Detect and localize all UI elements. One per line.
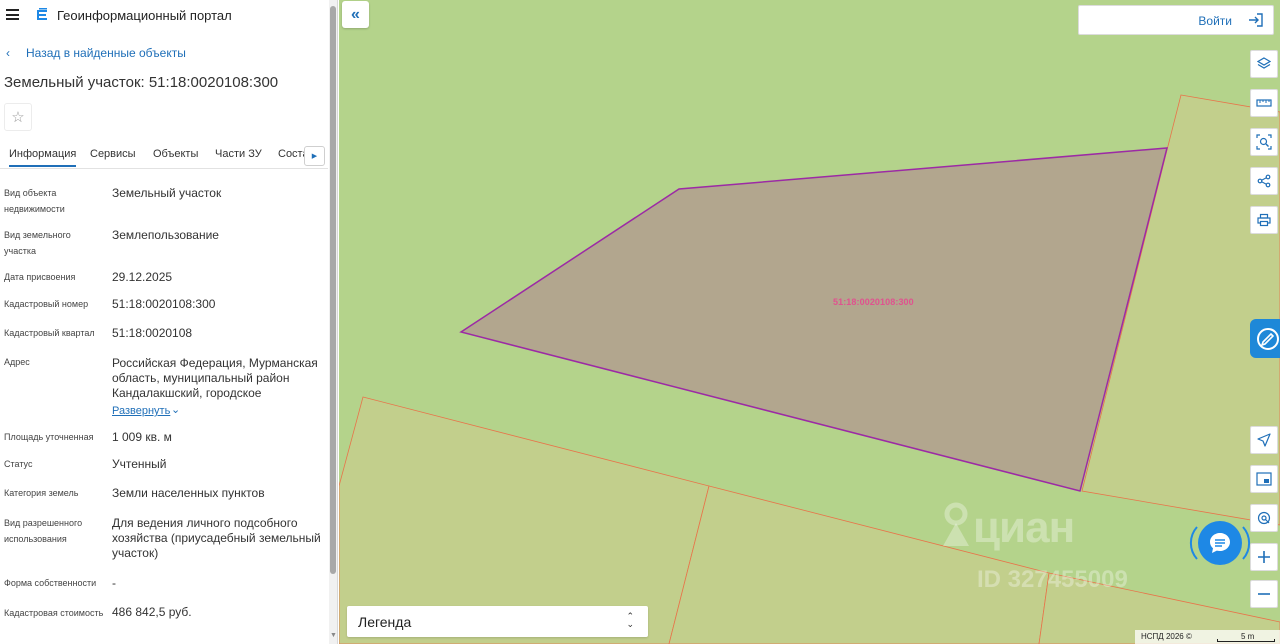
print-button[interactable] xyxy=(1250,206,1278,234)
select-area-icon xyxy=(1256,134,1272,150)
expand-address-link[interactable]: Развернуть xyxy=(112,405,170,417)
property-label: Вид объекта недвижимости xyxy=(4,188,65,214)
property-label: Дата присвоения xyxy=(4,272,76,282)
watermark-pin-icon xyxy=(943,502,969,546)
double-chevron-left-icon: « xyxy=(351,5,360,23)
minimap-button[interactable] xyxy=(1250,465,1278,493)
property-value: 51:18:0020108:300 xyxy=(112,297,216,311)
scrollbar-thumb[interactable] xyxy=(330,6,336,574)
tab-information[interactable]: Информация xyxy=(9,148,77,167)
app-title[interactable]: Геоинформационный портал xyxy=(57,8,232,23)
property-label: Вид земельного участка xyxy=(4,230,71,256)
property-value: 486 842,5 руб. xyxy=(112,605,192,619)
login-label: Войти xyxy=(1198,14,1232,28)
sidebar: Геоинформационный портал ‹ Назад в найден… xyxy=(0,0,338,644)
property-label: Категория земель xyxy=(4,488,79,498)
feedback-icon xyxy=(1257,327,1279,350)
geolocation-icon xyxy=(1257,511,1271,525)
layers-button[interactable] xyxy=(1250,50,1278,78)
tab-objects[interactable]: Объекты xyxy=(153,148,198,160)
map-attribution: НСПД 2026 © 5 m xyxy=(1135,630,1280,644)
ruler-icon xyxy=(1256,99,1272,107)
map-canvas[interactable]: 51:18:0020108:300 циан ID 327455009 « Во… xyxy=(339,0,1280,644)
property-value: Для ведения личного подсобного хозяйства… xyxy=(112,516,321,560)
property-value: 1 009 кв. м xyxy=(112,430,172,444)
map-geometry xyxy=(339,94,1280,644)
layers-icon xyxy=(1257,57,1271,69)
feedback-button[interactable] xyxy=(1250,319,1280,358)
property-label: Кадастровый квартал xyxy=(4,328,95,338)
legend-label: Легенда xyxy=(358,614,412,630)
chevron-left-icon: ‹ xyxy=(6,46,10,60)
property-label: Кадастровый номер xyxy=(4,299,89,309)
back-link[interactable]: ‹ Назад в найденные объекты xyxy=(6,46,186,60)
locate-icon xyxy=(1257,433,1271,447)
chevron-down-icon[interactable]: ⌄ xyxy=(171,403,180,416)
property-value: Землепользование xyxy=(112,228,219,242)
sidebar-scrollbar[interactable]: ▼ xyxy=(329,0,337,644)
chevron-updown-icon: ⌃ ⌄ xyxy=(626,611,634,629)
watermark-id: ID 327455009 xyxy=(977,566,1128,593)
geolocation-button[interactable] xyxy=(1250,504,1278,532)
back-link-label: Назад в найденные объекты xyxy=(26,46,186,60)
tab-services[interactable]: Сервисы xyxy=(90,148,136,160)
property-value: Земли населенных пунктов xyxy=(112,486,265,500)
portal-logo-icon xyxy=(37,8,47,20)
property-label: Площадь уточненная xyxy=(4,432,94,442)
zoom-out-icon xyxy=(1258,593,1270,595)
chat-button[interactable] xyxy=(1198,521,1242,565)
chat-icon xyxy=(1210,533,1230,553)
login-button[interactable]: Войти xyxy=(1078,5,1274,35)
print-icon xyxy=(1257,213,1271,227)
watermark-brand: циан xyxy=(973,503,1075,552)
tab-bar: Информация Сервисы Объекты Части ЗУ Сост… xyxy=(0,143,328,169)
minimap-icon xyxy=(1256,472,1272,486)
property-value: 51:18:0020108 xyxy=(112,326,193,340)
property-value: - xyxy=(112,576,116,590)
zoom-in-button[interactable] xyxy=(1250,543,1278,571)
selected-parcel xyxy=(459,147,1168,492)
attribution-text: НСПД 2026 © xyxy=(1141,632,1192,641)
share-icon xyxy=(1257,174,1271,188)
property-label: Форма собственности xyxy=(4,578,97,588)
measure-button[interactable] xyxy=(1250,89,1278,117)
property-value: Учтенный xyxy=(112,457,167,471)
app: Геоинформационный портал ‹ Назад в найден… xyxy=(0,0,1280,644)
parcel-label: 51:18:0020108:300 xyxy=(833,297,914,307)
zoom-in-icon xyxy=(1258,551,1270,563)
topbar: Геоинформационный портал xyxy=(0,0,328,30)
menu-icon[interactable] xyxy=(6,9,19,20)
property-label: Адрес xyxy=(4,357,30,367)
tab-parts[interactable]: Части ЗУ xyxy=(215,148,262,160)
collapse-sidebar-button[interactable]: « xyxy=(342,1,369,28)
property-value: Земельный участок xyxy=(112,186,222,200)
star-icon: ☆ xyxy=(11,109,25,126)
scale-bar xyxy=(1217,639,1275,642)
legend-dropdown[interactable]: Легенда ⌃ ⌄ xyxy=(347,606,648,637)
select-area-button[interactable] xyxy=(1250,128,1278,156)
scroll-down-icon[interactable]: ▼ xyxy=(330,632,337,640)
property-label: Статус xyxy=(4,459,33,469)
property-label: Кадастровая стоимость xyxy=(4,608,104,618)
address-value: Российская Федерация, Мурманская область… xyxy=(112,356,318,400)
zoom-out-button[interactable] xyxy=(1250,580,1278,608)
login-icon xyxy=(1249,13,1263,27)
navigate-button[interactable] xyxy=(1250,426,1278,454)
watermark-logo: циан xyxy=(939,502,1075,553)
favorite-button[interactable]: ☆ xyxy=(4,103,32,131)
property-label: Вид разрешенного использования xyxy=(4,518,83,544)
tabs-scroll-right-button[interactable]: ▶ xyxy=(304,146,325,166)
property-value: 29.12.2025 xyxy=(112,270,173,284)
triangle-right-icon: ▶ xyxy=(311,153,318,160)
share-button[interactable] xyxy=(1250,167,1278,195)
page-title: Земельный участок: 51:18:0020108:300 xyxy=(4,74,279,91)
